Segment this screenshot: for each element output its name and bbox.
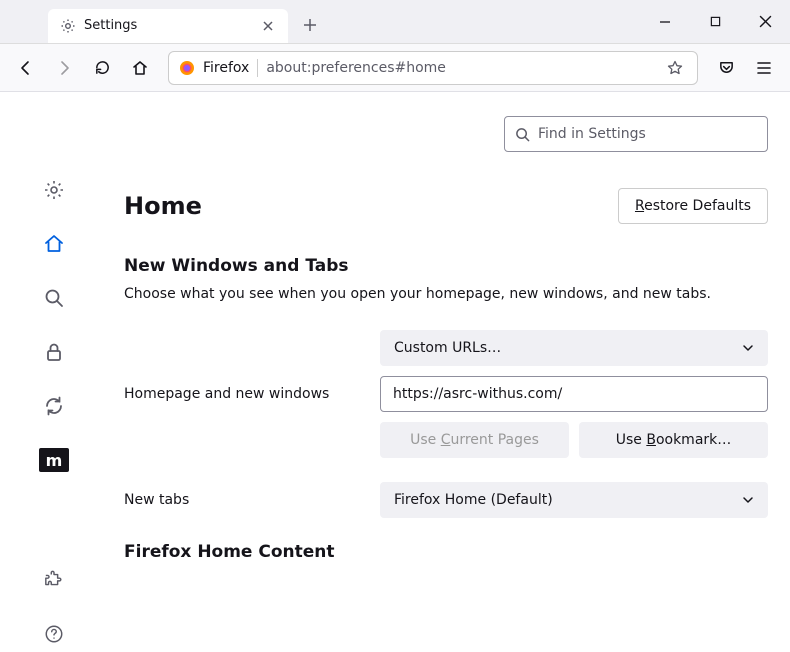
gear-icon xyxy=(60,18,76,34)
pocket-button[interactable] xyxy=(708,50,744,86)
tab-settings[interactable]: Settings xyxy=(48,9,288,43)
chevron-down-icon xyxy=(742,342,754,354)
chevron-down-icon xyxy=(742,494,754,506)
back-button[interactable] xyxy=(8,50,44,86)
reload-button[interactable] xyxy=(84,50,120,86)
search-input[interactable] xyxy=(538,126,757,142)
minimize-button[interactable] xyxy=(640,2,690,42)
maximize-button[interactable] xyxy=(690,2,740,42)
main-content: Home Restore Defaults New Windows and Ta… xyxy=(108,92,790,652)
sidebar-item-privacy[interactable] xyxy=(36,334,72,370)
restore-defaults-button[interactable]: Restore Defaults xyxy=(618,188,768,224)
settings-search[interactable] xyxy=(504,116,768,152)
toolbar: Firefox about:preferences#home xyxy=(0,44,790,92)
sidebar-item-extensions[interactable] xyxy=(36,562,72,598)
url-path: about:preferences#home xyxy=(266,60,655,76)
homepage-label: Homepage and new windows xyxy=(124,386,364,402)
section-desc: Choose what you see when you open your h… xyxy=(124,286,768,302)
bookmark-star-icon[interactable] xyxy=(663,56,687,80)
m-icon: m xyxy=(39,448,69,472)
sidebar-item-search[interactable] xyxy=(36,280,72,316)
search-icon xyxy=(515,127,530,142)
window-controls xyxy=(640,2,790,42)
homepage-url-input[interactable] xyxy=(380,376,768,412)
footer-section-title: Firefox Home Content xyxy=(124,542,768,562)
dropdown-value: Firefox Home (Default) xyxy=(394,492,553,508)
section-title: New Windows and Tabs xyxy=(124,256,768,276)
sidebar-item-sync[interactable] xyxy=(36,388,72,424)
new-tab-button[interactable] xyxy=(294,9,326,41)
firefox-icon xyxy=(179,60,195,76)
url-bar[interactable]: Firefox about:preferences#home xyxy=(168,51,698,85)
newtabs-dropdown[interactable]: Firefox Home (Default) xyxy=(380,482,768,518)
sidebar-item-more[interactable]: m xyxy=(36,442,72,478)
content: m Home Restore Defaults New Windows and … xyxy=(0,92,790,652)
dropdown-value: Custom URLs… xyxy=(394,340,501,356)
homepage-dropdown[interactable]: Custom URLs… xyxy=(380,330,768,366)
use-bookmark-button[interactable]: Use Bookmark… xyxy=(579,422,768,458)
sidebar: m xyxy=(0,92,108,652)
use-current-pages-button[interactable]: Use Current Pages xyxy=(380,422,569,458)
page-title: Home xyxy=(124,192,202,220)
url-identity: Firefox xyxy=(203,60,249,76)
sidebar-item-home[interactable] xyxy=(36,226,72,262)
home-button[interactable] xyxy=(122,50,158,86)
url-separator xyxy=(257,59,258,77)
sidebar-item-help[interactable] xyxy=(36,616,72,652)
forward-button[interactable] xyxy=(46,50,82,86)
close-icon[interactable] xyxy=(258,16,278,36)
newtabs-label: New tabs xyxy=(124,492,364,508)
tab-title: Settings xyxy=(84,18,258,33)
menu-button[interactable] xyxy=(746,50,782,86)
close-window-button[interactable] xyxy=(740,2,790,42)
sidebar-item-general[interactable] xyxy=(36,172,72,208)
titlebar: Settings xyxy=(0,0,790,44)
